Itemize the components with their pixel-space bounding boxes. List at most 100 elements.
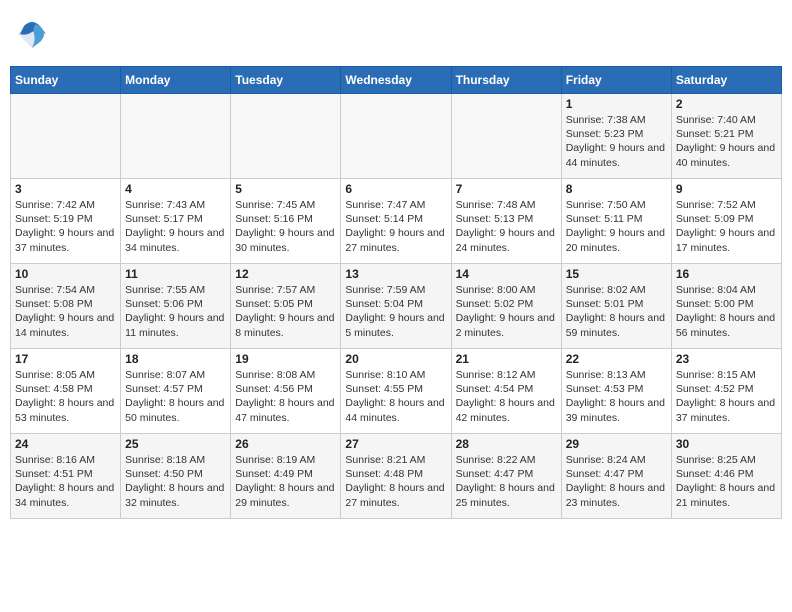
day-number: 3 bbox=[15, 182, 116, 196]
calendar-cell: 5 Sunrise: 7:45 AM Sunset: 5:16 PM Daylig… bbox=[231, 179, 341, 264]
day-info: Sunrise: 8:08 AM Sunset: 4:56 PM Dayligh… bbox=[235, 369, 334, 424]
day-number: 20 bbox=[345, 352, 446, 366]
day-number: 12 bbox=[235, 267, 336, 281]
calendar-cell: 13 Sunrise: 7:59 AM Sunset: 5:04 PM Dayli… bbox=[341, 264, 451, 349]
logo-icon bbox=[14, 16, 50, 52]
day-info: Sunrise: 7:54 AM Sunset: 5:08 PM Dayligh… bbox=[15, 284, 114, 339]
day-info: Sunrise: 8:19 AM Sunset: 4:49 PM Dayligh… bbox=[235, 454, 334, 509]
calendar-cell bbox=[121, 94, 231, 179]
week-row-5: 24 Sunrise: 8:16 AM Sunset: 4:51 PM Dayli… bbox=[11, 434, 782, 519]
calendar-cell: 7 Sunrise: 7:48 AM Sunset: 5:13 PM Daylig… bbox=[451, 179, 561, 264]
day-info: Sunrise: 8:12 AM Sunset: 4:54 PM Dayligh… bbox=[456, 369, 555, 424]
calendar-cell: 19 Sunrise: 8:08 AM Sunset: 4:56 PM Dayli… bbox=[231, 349, 341, 434]
day-number: 19 bbox=[235, 352, 336, 366]
day-number: 5 bbox=[235, 182, 336, 196]
calendar-cell: 12 Sunrise: 7:57 AM Sunset: 5:05 PM Dayli… bbox=[231, 264, 341, 349]
day-number: 10 bbox=[15, 267, 116, 281]
calendar-cell: 25 Sunrise: 8:18 AM Sunset: 4:50 PM Dayli… bbox=[121, 434, 231, 519]
day-info: Sunrise: 7:42 AM Sunset: 5:19 PM Dayligh… bbox=[15, 199, 114, 254]
day-number: 15 bbox=[566, 267, 667, 281]
col-header-friday: Friday bbox=[561, 67, 671, 94]
col-header-wednesday: Wednesday bbox=[341, 67, 451, 94]
calendar-cell: 16 Sunrise: 8:04 AM Sunset: 5:00 PM Dayli… bbox=[671, 264, 781, 349]
day-number: 21 bbox=[456, 352, 557, 366]
day-number: 2 bbox=[676, 97, 777, 111]
calendar-cell: 30 Sunrise: 8:25 AM Sunset: 4:46 PM Dayli… bbox=[671, 434, 781, 519]
calendar-cell bbox=[451, 94, 561, 179]
col-header-monday: Monday bbox=[121, 67, 231, 94]
day-number: 23 bbox=[676, 352, 777, 366]
day-number: 8 bbox=[566, 182, 667, 196]
calendar-cell: 3 Sunrise: 7:42 AM Sunset: 5:19 PM Daylig… bbox=[11, 179, 121, 264]
calendar-cell: 8Sunrise: 7:50 AM Sunset: 5:11 PM Daylig… bbox=[561, 179, 671, 264]
calendar-cell: 23Sunrise: 8:15 AM Sunset: 4:52 PM Dayli… bbox=[671, 349, 781, 434]
day-info: Sunrise: 8:18 AM Sunset: 4:50 PM Dayligh… bbox=[125, 454, 224, 509]
day-number: 7 bbox=[456, 182, 557, 196]
day-info: Sunrise: 7:57 AM Sunset: 5:05 PM Dayligh… bbox=[235, 284, 334, 339]
col-header-sunday: Sunday bbox=[11, 67, 121, 94]
calendar-cell: 1 Sunrise: 7:38 AM Sunset: 5:23 PM Daylig… bbox=[561, 94, 671, 179]
calendar-cell bbox=[11, 94, 121, 179]
day-info: Sunrise: 8:21 AM Sunset: 4:48 PM Dayligh… bbox=[345, 454, 444, 509]
day-info: Sunrise: 8:02 AM Sunset: 5:01 PM Dayligh… bbox=[566, 284, 665, 339]
day-number: 29 bbox=[566, 437, 667, 451]
day-info: Sunrise: 7:43 AM Sunset: 5:17 PM Dayligh… bbox=[125, 199, 224, 254]
calendar-cell: 29 Sunrise: 8:24 AM Sunset: 4:47 PM Dayli… bbox=[561, 434, 671, 519]
day-info: Sunrise: 8:16 AM Sunset: 4:51 PM Dayligh… bbox=[15, 454, 114, 509]
calendar-cell: 21 Sunrise: 8:12 AM Sunset: 4:54 PM Dayli… bbox=[451, 349, 561, 434]
day-number: 22 bbox=[566, 352, 667, 366]
day-info: Sunrise: 7:55 AM Sunset: 5:06 PM Dayligh… bbox=[125, 284, 224, 339]
day-info: Sunrise: 8:00 AM Sunset: 5:02 PM Dayligh… bbox=[456, 284, 555, 339]
logo bbox=[14, 16, 54, 52]
calendar-cell: 18 Sunrise: 8:07 AM Sunset: 4:57 PM Dayli… bbox=[121, 349, 231, 434]
day-number: 16 bbox=[676, 267, 777, 281]
calendar-cell: 4 Sunrise: 7:43 AM Sunset: 5:17 PM Daylig… bbox=[121, 179, 231, 264]
week-row-4: 17Sunrise: 8:05 AM Sunset: 4:58 PM Dayli… bbox=[11, 349, 782, 434]
calendar-cell: 28 Sunrise: 8:22 AM Sunset: 4:47 PM Dayli… bbox=[451, 434, 561, 519]
col-header-thursday: Thursday bbox=[451, 67, 561, 94]
day-number: 14 bbox=[456, 267, 557, 281]
col-header-saturday: Saturday bbox=[671, 67, 781, 94]
day-info: Sunrise: 8:04 AM Sunset: 5:00 PM Dayligh… bbox=[676, 284, 775, 339]
day-info: Sunrise: 8:22 AM Sunset: 4:47 PM Dayligh… bbox=[456, 454, 555, 509]
day-number: 18 bbox=[125, 352, 226, 366]
day-number: 9 bbox=[676, 182, 777, 196]
week-row-3: 10 Sunrise: 7:54 AM Sunset: 5:08 PM Dayli… bbox=[11, 264, 782, 349]
calendar-cell: 15 Sunrise: 8:02 AM Sunset: 5:01 PM Dayli… bbox=[561, 264, 671, 349]
calendar-cell bbox=[231, 94, 341, 179]
calendar-cell: 26Sunrise: 8:19 AM Sunset: 4:49 PM Dayli… bbox=[231, 434, 341, 519]
day-number: 30 bbox=[676, 437, 777, 451]
day-number: 27 bbox=[345, 437, 446, 451]
day-info: Sunrise: 8:05 AM Sunset: 4:58 PM Dayligh… bbox=[15, 369, 114, 424]
calendar-cell: 20 Sunrise: 8:10 AM Sunset: 4:55 PM Dayli… bbox=[341, 349, 451, 434]
day-number: 1 bbox=[566, 97, 667, 111]
day-info: Sunrise: 7:38 AM Sunset: 5:23 PM Dayligh… bbox=[566, 114, 665, 169]
day-info: Sunrise: 7:40 AM Sunset: 5:21 PM Dayligh… bbox=[676, 114, 775, 169]
week-row-2: 3 Sunrise: 7:42 AM Sunset: 5:19 PM Daylig… bbox=[11, 179, 782, 264]
day-info: Sunrise: 8:25 AM Sunset: 4:46 PM Dayligh… bbox=[676, 454, 775, 509]
header bbox=[10, 10, 782, 58]
calendar: SundayMondayTuesdayWednesdayThursdayFrid… bbox=[10, 66, 782, 519]
calendar-cell: 10 Sunrise: 7:54 AM Sunset: 5:08 PM Dayli… bbox=[11, 264, 121, 349]
week-row-1: 1 Sunrise: 7:38 AM Sunset: 5:23 PM Daylig… bbox=[11, 94, 782, 179]
day-number: 13 bbox=[345, 267, 446, 281]
day-number: 4 bbox=[125, 182, 226, 196]
day-number: 25 bbox=[125, 437, 226, 451]
day-info: Sunrise: 8:24 AM Sunset: 4:47 PM Dayligh… bbox=[566, 454, 665, 509]
calendar-cell: 27 Sunrise: 8:21 AM Sunset: 4:48 PM Dayli… bbox=[341, 434, 451, 519]
calendar-cell bbox=[341, 94, 451, 179]
day-info: Sunrise: 7:59 AM Sunset: 5:04 PM Dayligh… bbox=[345, 284, 444, 339]
col-header-tuesday: Tuesday bbox=[231, 67, 341, 94]
day-number: 6 bbox=[345, 182, 446, 196]
calendar-cell: 2 Sunrise: 7:40 AM Sunset: 5:21 PM Daylig… bbox=[671, 94, 781, 179]
calendar-cell: 9Sunrise: 7:52 AM Sunset: 5:09 PM Daylig… bbox=[671, 179, 781, 264]
day-info: Sunrise: 7:47 AM Sunset: 5:14 PM Dayligh… bbox=[345, 199, 444, 254]
day-info: Sunrise: 8:10 AM Sunset: 4:55 PM Dayligh… bbox=[345, 369, 444, 424]
calendar-cell: 6 Sunrise: 7:47 AM Sunset: 5:14 PM Daylig… bbox=[341, 179, 451, 264]
day-info: Sunrise: 8:07 AM Sunset: 4:57 PM Dayligh… bbox=[125, 369, 224, 424]
day-number: 28 bbox=[456, 437, 557, 451]
day-number: 24 bbox=[15, 437, 116, 451]
calendar-cell: 24 Sunrise: 8:16 AM Sunset: 4:51 PM Dayli… bbox=[11, 434, 121, 519]
day-info: Sunrise: 7:45 AM Sunset: 5:16 PM Dayligh… bbox=[235, 199, 334, 254]
day-info: Sunrise: 7:48 AM Sunset: 5:13 PM Dayligh… bbox=[456, 199, 555, 254]
